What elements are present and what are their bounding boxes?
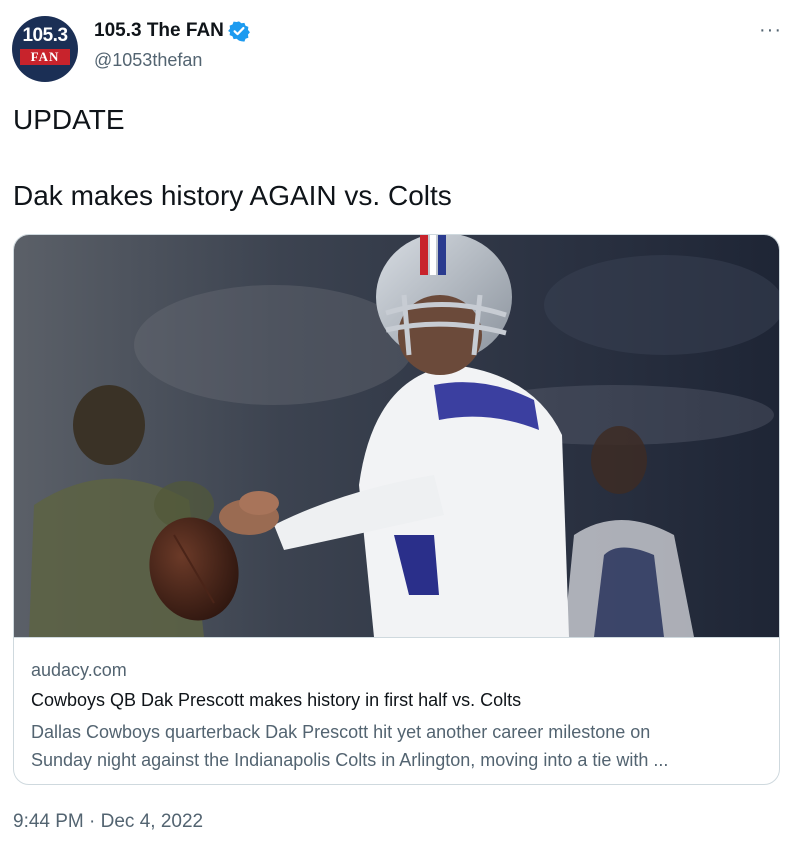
tweet-header: 105.3 FAN 105.3 The FAN @1053thefan ··· [12, 14, 788, 84]
card-description-line-2: Sunday night against the Indianapolis Co… [31, 750, 669, 770]
display-name[interactable]: 105.3 The FAN [94, 20, 224, 42]
tweet-text-line-2: Dak makes history AGAIN vs. Colts [13, 180, 452, 211]
link-preview-card[interactable]: audacy.com Cowboys QB Dak Prescott makes… [13, 234, 780, 785]
tweet-timestamp[interactable]: 9:44 PM · Dec 4, 2022 [13, 811, 203, 833]
verified-badge-icon [227, 20, 250, 42]
avatar-band: FAN [20, 49, 70, 65]
avatar[interactable]: 105.3 FAN [12, 16, 78, 82]
card-image[interactable] [14, 235, 780, 637]
handle[interactable]: @1053thefan [94, 50, 202, 71]
card-description: Dallas Cowboys quarterback Dak Prescott … [31, 718, 766, 774]
card-info[interactable]: audacy.com Cowboys QB Dak Prescott makes… [14, 637, 779, 784]
card-description-line-1: Dallas Cowboys quarterback Dak Prescott … [31, 722, 651, 742]
card-title: Cowboys QB Dak Prescott makes history in… [31, 690, 522, 710]
tweet-text-line-1: UPDATE [13, 104, 125, 135]
card-domain: audacy.com [31, 660, 127, 680]
more-options-icon[interactable]: ··· [759, 20, 782, 40]
avatar-number: 105.3 [22, 25, 68, 46]
name-row: 105.3 The FAN [94, 20, 250, 42]
